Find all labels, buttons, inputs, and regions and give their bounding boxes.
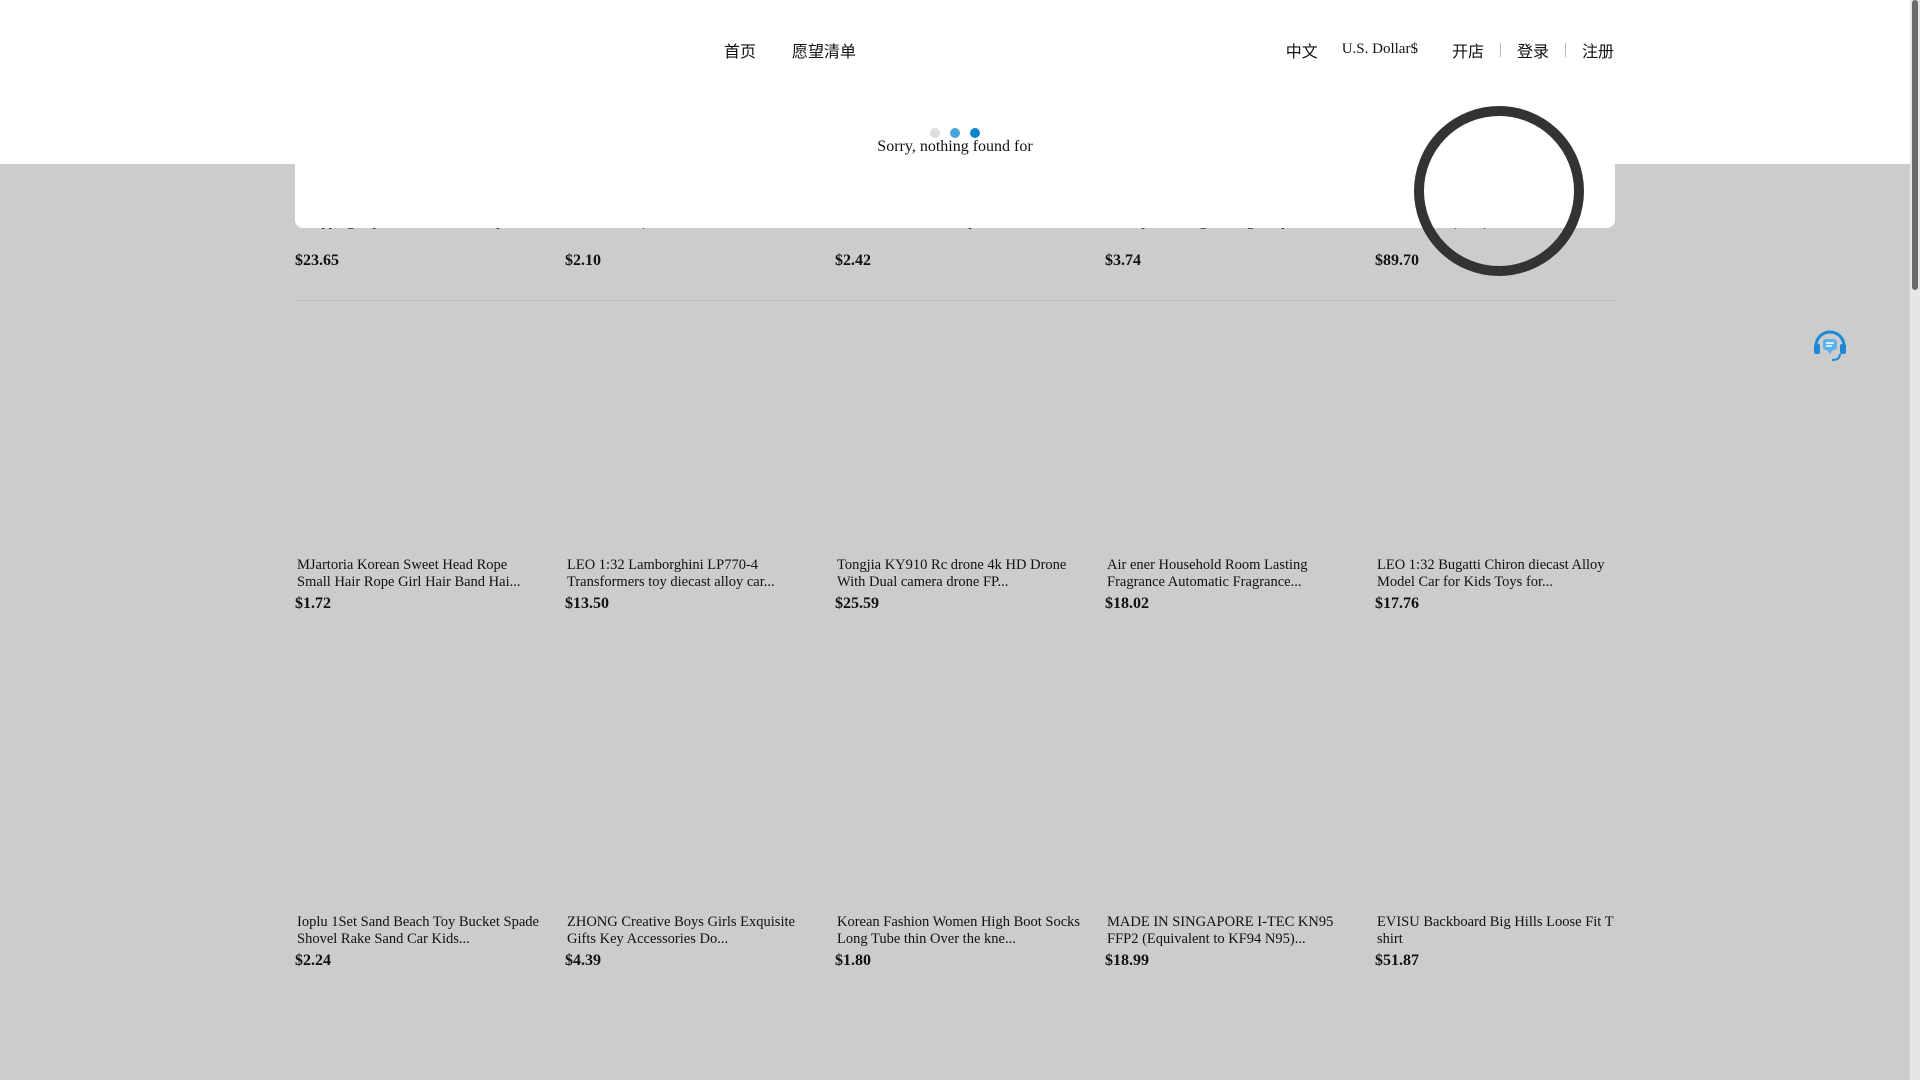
product-card[interactable]: Korean Fashion Women High Boot Socks Lon… [835,914,1083,970]
product-price: $18.02 [1105,595,1149,612]
product-price: $2.10 [565,252,601,269]
product-price: $2.42 [835,252,871,269]
nav-wishlist-link[interactable]: 愿望清单 [792,38,856,62]
product-card[interactable]: Ioplu 1Set Sand Beach Toy Bucket Spade S… [295,914,543,970]
product-price: $17.76 [1375,595,1419,612]
product-name[interactable]: ZHONG Creative Boys Girls Exquisite Gift… [565,914,813,948]
open-store-link[interactable]: 开店 [1436,38,1500,62]
product-card[interactable]: LEO 1:32 Lamborghini LP770-4 Transformer… [565,557,813,613]
product-price: $18.99 [1105,952,1149,969]
language-selector[interactable]: 中文 [1286,38,1336,62]
product-card[interactable]: MJartoria Korean Sweet Head Rope Small H… [295,557,543,613]
product-card[interactable]: Air ener Household Room Lasting Fragranc… [1105,557,1353,613]
product-card[interactable]: EVISU Backboard Big Hills Loose Fit T sh… [1375,914,1623,970]
nav-home-link[interactable]: 首页 [724,38,756,62]
product-card[interactable]: LEO 1:32 Bugatti Chiron diecast Alloy Mo… [1375,557,1623,613]
headset-chat-icon[interactable] [1810,324,1850,364]
product-price: $13.50 [565,595,609,612]
login-link[interactable]: 登录 [1501,38,1565,62]
loading-dot [950,128,960,138]
product-name[interactable]: LEO 1:32 Lamborghini LP770-4 Transformer… [565,557,813,591]
product-name[interactable]: MJartoria Korean Sweet Head Rope Small H… [295,557,543,591]
product-card[interactable]: MADE IN SINGAPORE I-TEC KN95 FFP2 (Equiv… [1105,914,1353,970]
product-name[interactable]: Korean Fashion Women High Boot Socks Lon… [835,914,1083,948]
product-name[interactable]: EVISU Backboard Big Hills Loose Fit T sh… [1375,914,1623,948]
product-card[interactable]: Tongjia KY910 Rc drone 4k HD Drone With … [835,557,1083,613]
product-price: $1.80 [835,952,871,969]
product-name[interactable]: Air ener Household Room Lasting Fragranc… [1105,557,1353,591]
currency-selector[interactable]: U.S. Dollar$ [1336,41,1436,58]
loading-spinner-icon [1414,106,1584,276]
loading-dot [970,128,980,138]
product-name[interactable]: MADE IN SINGAPORE I-TEC KN95 FFP2 (Equiv… [1105,914,1353,948]
product-name[interactable]: Tongjia KY910 Rc drone 4k HD Drone With … [835,557,1083,591]
scrollbar-thumb[interactable] [1912,0,1918,290]
loading-dot [930,128,940,138]
row-divider [295,300,1615,301]
product-price: $25.59 [835,595,879,612]
main-nav: 首页 愿望清单 [724,38,856,62]
no-results-message: Sorry, nothing found for [877,138,1033,155]
product-price: $3.74 [1105,252,1141,269]
loading-indicator [930,128,980,138]
product-name[interactable]: LEO 1:32 Bugatti Chiron diecast Alloy Mo… [1375,557,1623,591]
product-card[interactable]: ZHONG Creative Boys Girls Exquisite Gift… [565,914,813,970]
product-price: $2.24 [295,952,331,969]
page-scrollbar[interactable] [1910,0,1920,1080]
product-price: $51.87 [1375,952,1419,969]
product-name[interactable]: Ioplu 1Set Sand Beach Toy Bucket Spade S… [295,914,543,948]
product-price: $23.65 [295,252,339,269]
product-price: $4.39 [565,952,601,969]
register-link[interactable]: 注册 [1566,38,1614,62]
product-price: $1.72 [295,595,331,612]
user-nav: 中文 U.S. Dollar$ 开店 登录 注册 [1286,38,1614,62]
